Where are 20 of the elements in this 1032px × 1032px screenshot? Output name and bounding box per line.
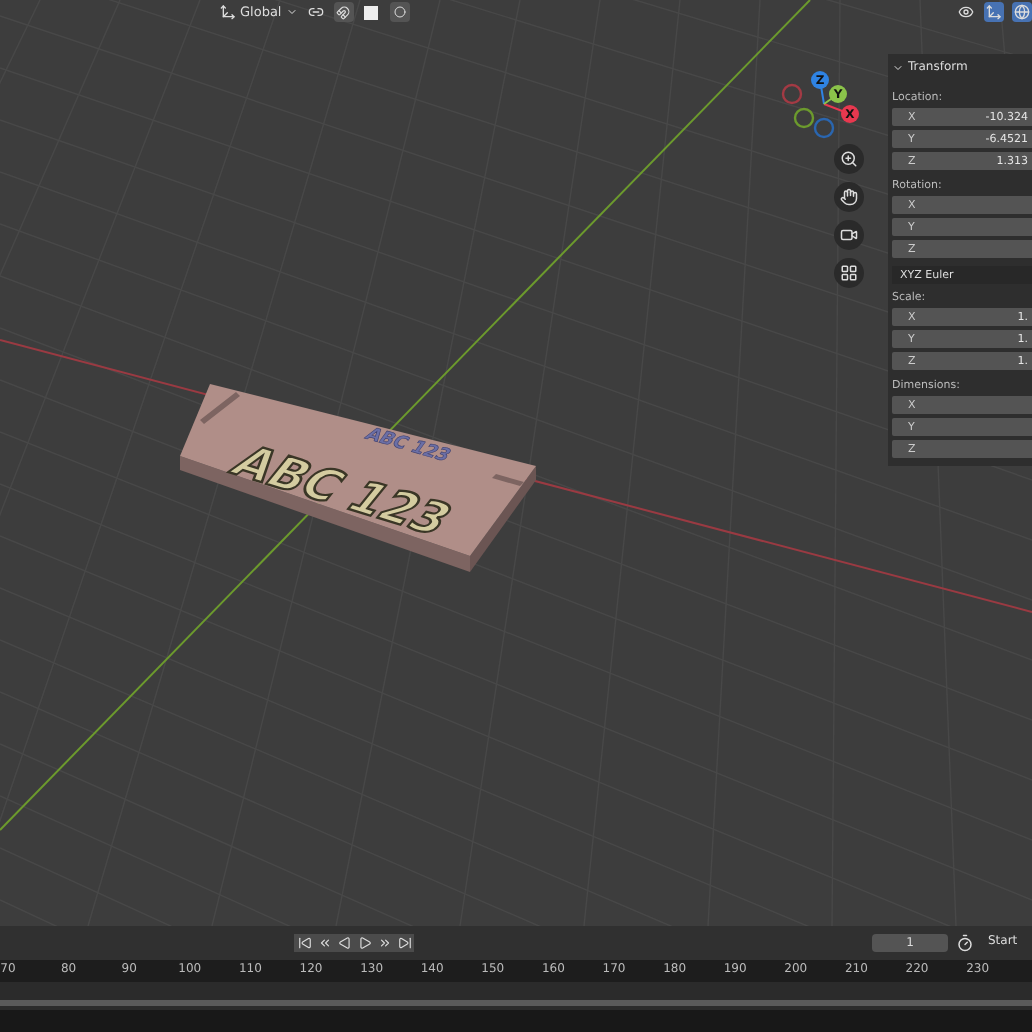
jump-end-button[interactable] bbox=[394, 934, 414, 952]
caret-icon bbox=[285, 6, 298, 18]
double-chevron-left-icon bbox=[317, 936, 331, 950]
caret-icon bbox=[892, 61, 904, 73]
plate-text: ABC 123 bbox=[360, 424, 456, 467]
visibility-icon[interactable] bbox=[956, 2, 976, 22]
snap-magnet-icon[interactable] bbox=[333, 2, 354, 22]
proportional-edit-icon[interactable] bbox=[389, 2, 410, 22]
negative-axis-circle[interactable] bbox=[793, 107, 815, 129]
previous-keyframe-button[interactable] bbox=[314, 934, 334, 952]
gizmo-toggle-icon[interactable] bbox=[984, 2, 1004, 22]
next-keyframe-button[interactable] bbox=[374, 934, 394, 952]
jump-start-button[interactable] bbox=[294, 934, 314, 952]
axes-icon bbox=[220, 4, 236, 20]
pivot-link-icon[interactable] bbox=[305, 2, 326, 22]
play-reverse-button[interactable] bbox=[334, 934, 354, 952]
overlay-toggle-icon[interactable] bbox=[1012, 2, 1032, 22]
double-chevron-right-icon bbox=[377, 936, 391, 950]
stopwatch-icon[interactable] bbox=[956, 934, 974, 952]
play-button[interactable] bbox=[354, 934, 374, 952]
